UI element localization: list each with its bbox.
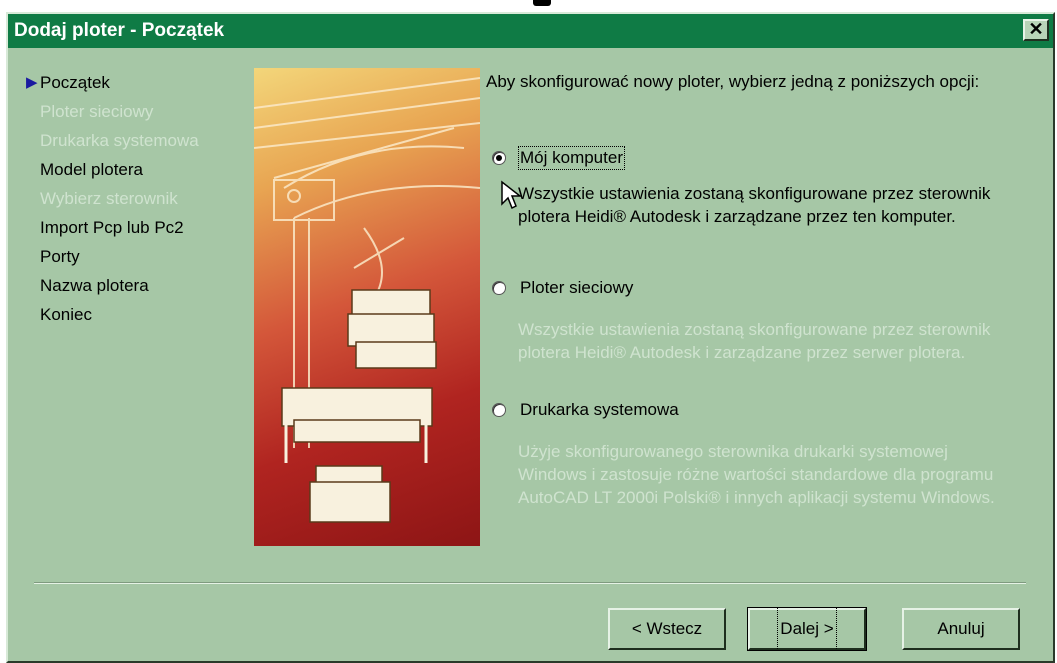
option-description: Wszystkie ustawienia zostaną skonfigurow… (518, 184, 991, 226)
cancel-button-label: Anuluj (937, 619, 985, 638)
step-select-driver: Wybierz sterownik (26, 184, 256, 213)
next-button-label: Dalej > (777, 607, 837, 651)
step-finish: Koniec (26, 300, 256, 329)
step-label: Początek (40, 73, 110, 92)
step-import-pcp: Import Pcp lub Pc2 (26, 213, 256, 242)
option-network-plotter[interactable]: Ploter sieciowy (486, 278, 1026, 302)
radio-my-computer[interactable] (492, 151, 506, 165)
clipped-text-fragment (533, 0, 551, 6)
option-label[interactable]: Ploter sieciowy (520, 278, 633, 298)
option-description: Użyje skonfigurowanego sterownika drukar… (518, 442, 995, 507)
plotter-illustration-graphic (254, 77, 480, 523)
radio-selected-dot (496, 155, 502, 161)
wizard-steps: ▶ Początek Ploter sieciowy Drukarka syste… (26, 68, 256, 329)
step-start: ▶ Początek (26, 68, 256, 97)
step-ports: Porty (26, 242, 256, 271)
radio-network-plotter[interactable] (492, 281, 506, 295)
add-plotter-dialog: Dodaj ploter - Początek ✕ ▶ Początek Plot… (6, 12, 1055, 663)
step-label: Drukarka systemowa (40, 131, 199, 150)
step-label: Porty (40, 247, 80, 266)
radio-system-printer[interactable] (492, 403, 506, 417)
option-description: Wszystkie ustawienia zostaną skonfigurow… (518, 320, 991, 362)
step-label: Import Pcp lub Pc2 (40, 218, 184, 237)
top-edge (0, 0, 1057, 12)
back-button[interactable]: < Wstecz (608, 608, 726, 650)
button-separator (34, 582, 1026, 584)
step-label: Model plotera (40, 160, 144, 179)
option-system-printer[interactable]: Drukarka systemowa (486, 400, 1026, 424)
step-label: Wybierz sterownik (40, 189, 178, 208)
main-panel: Aby skonfigurować nowy ploter, wybierz j… (486, 70, 1041, 507)
option-label[interactable]: Drukarka systemowa (520, 400, 679, 420)
step-plotter-model: Model plotera (26, 155, 256, 184)
mouse-pointer-icon (501, 180, 522, 210)
plotter-illustration (254, 68, 480, 546)
step-network-plotter: Ploter sieciowy (26, 97, 256, 126)
step-label: Ploter sieciowy (40, 102, 154, 121)
option-label[interactable]: Mój komputer (518, 146, 625, 170)
back-button-label: < Wstecz (631, 619, 703, 638)
step-plotter-name: Nazwa plotera (26, 271, 256, 300)
option-my-computer[interactable]: Mój komputer (486, 146, 1026, 172)
intro-text: Aby skonfigurować nowy ploter, wybierz j… (486, 72, 980, 91)
title-bar: Dodaj ploter - Początek ✕ (8, 14, 1053, 48)
step-label: Koniec (40, 305, 92, 324)
window-title: Dodaj ploter - Początek (14, 20, 225, 41)
triangle-right-icon: ▶ (26, 74, 38, 91)
step-label: Nazwa plotera (40, 276, 149, 295)
step-system-printer: Drukarka systemowa (26, 126, 256, 155)
next-button[interactable]: Dalej > (747, 607, 867, 651)
cancel-button[interactable]: Anuluj (902, 608, 1020, 650)
close-icon: ✕ (1028, 19, 1044, 39)
close-button[interactable]: ✕ (1023, 19, 1049, 41)
